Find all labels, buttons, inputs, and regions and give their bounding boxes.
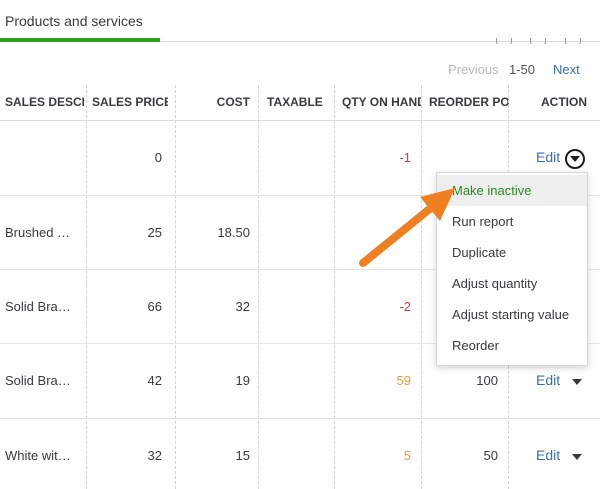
cell-reorder-point: 100 (476, 373, 498, 388)
active-tab-underline (0, 38, 160, 42)
menu-item-adjust-starting-value[interactable]: Adjust starting value (437, 299, 587, 330)
pagination-range: 1-50 (509, 62, 536, 77)
column-header-taxable[interactable]: TAXABLE (267, 85, 331, 120)
column-divider (258, 85, 259, 489)
tab-products-and-services[interactable]: Products and services (0, 0, 160, 42)
menu-item-duplicate[interactable]: Duplicate (437, 237, 587, 268)
print-icon[interactable] (496, 38, 512, 44)
cell-description: Brushed … (5, 225, 71, 240)
cell-sales-price: 25 (147, 225, 162, 240)
cell-description: Solid Bra… (5, 373, 71, 388)
edit-link[interactable]: Edit (536, 447, 560, 463)
action-dropdown-menu: Make inactive Run report Duplicate Adjus… (436, 172, 588, 366)
pagination-previous[interactable]: Previous (448, 62, 499, 77)
cell-qty-on-hand: -2 (399, 299, 411, 314)
menu-item-adjust-quantity[interactable]: Adjust quantity (437, 268, 587, 299)
menu-item-reorder[interactable]: Reorder (437, 330, 587, 361)
column-header-qty-on-hand[interactable]: QTY ON HAND (342, 85, 421, 120)
column-divider (334, 85, 335, 489)
column-divider (421, 85, 422, 489)
cell-sales-price: 66 (147, 299, 162, 314)
cell-description: White wit… (5, 448, 71, 463)
cell-cost: 32 (235, 299, 250, 314)
cell-description: Solid Bra… (5, 299, 71, 314)
column-divider (175, 85, 176, 489)
cell-cost: 15 (235, 448, 250, 463)
cell-qty-on-hand: 5 (403, 448, 411, 463)
cell-sales-price: 42 (147, 373, 162, 388)
column-header-sales-price[interactable]: SALES PRICE (92, 85, 168, 120)
cell-reorder-point: 50 (483, 448, 498, 463)
tab-label: Products and services (5, 13, 143, 29)
cell-sales-price: 32 (147, 448, 162, 463)
column-header-cost[interactable]: COST (168, 85, 250, 120)
row-divider (0, 418, 600, 419)
edit-link[interactable]: Edit (536, 149, 560, 165)
column-header-sales-description[interactable]: SALES DESCRIPTION (5, 85, 84, 120)
menu-item-make-inactive[interactable]: Make inactive (437, 175, 587, 206)
settings-icon[interactable] (565, 38, 581, 44)
cell-qty-on-hand: -1 (399, 150, 411, 165)
cell-qty-on-hand: 59 (396, 373, 411, 388)
column-divider (86, 85, 87, 489)
menu-item-run-report[interactable]: Run report (437, 206, 587, 237)
cell-cost: 19 (235, 373, 250, 388)
table-header: SALES DESCRIPTION SALES PRICE COST TAXAB… (0, 85, 600, 121)
cell-cost: 18.50 (217, 225, 250, 240)
column-header-reorder-point[interactable]: REORDER POINT (429, 85, 509, 120)
cell-sales-price: 0 (154, 150, 162, 165)
action-dropdown-icon[interactable] (572, 454, 582, 460)
action-dropdown-icon[interactable] (572, 379, 582, 385)
export-icon[interactable] (530, 38, 546, 44)
pagination-next[interactable]: Next (553, 62, 580, 77)
edit-link[interactable]: Edit (536, 372, 560, 388)
column-header-action: ACTION (541, 95, 587, 109)
action-dropdown-icon[interactable] (565, 149, 585, 169)
